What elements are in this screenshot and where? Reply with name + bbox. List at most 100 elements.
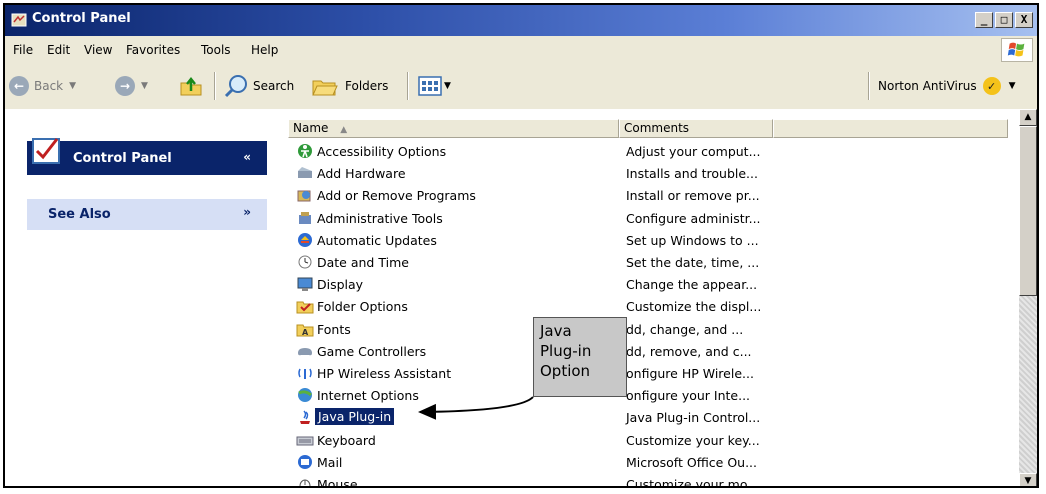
list-item[interactable]: Mail Microsoft Office Ou... — [288, 451, 1008, 473]
add-hardware-icon — [298, 167, 312, 179]
list-item-name: HP Wireless Assistant — [317, 366, 452, 381]
norton-label: Norton AntiVirus — [878, 79, 977, 93]
close-button[interactable]: X — [1015, 12, 1033, 28]
menu-edit[interactable]: Edit — [47, 43, 70, 57]
vertical-scrollbar[interactable]: ▲ ▼ — [1019, 109, 1037, 486]
norton-dropdown-icon[interactable]: ▼ — [1009, 81, 1016, 91]
mouse-icon — [299, 479, 311, 486]
views-dropdown-icon[interactable]: ▼ — [444, 81, 451, 91]
control-panel-app-icon — [11, 13, 27, 27]
search-button[interactable]: Search — [223, 74, 294, 98]
column-header-comments[interactable]: Comments — [619, 119, 773, 138]
list-item[interactable]: Automatic Updates Set up Windows to ... — [288, 229, 1008, 251]
list-item-name: Keyboard — [317, 432, 376, 448]
collapse-chevron-icon[interactable]: « — [243, 150, 251, 164]
list-item[interactable]: Add or Remove Programs Install or remove … — [288, 184, 1008, 206]
forward-dropdown-icon[interactable]: ▼ — [141, 81, 148, 91]
list-item-name: Automatic Updates — [317, 232, 437, 248]
administrative-tools-icon — [299, 211, 311, 224]
norton-antivirus-button[interactable]: Norton AntiVirus ✓ ▼ — [878, 74, 1016, 98]
list-item-comment: onfigure HP Wirele... — [626, 366, 754, 381]
list-item-comment: dd, change, and ... — [626, 321, 744, 337]
folders-button[interactable]: Folders — [311, 74, 388, 98]
internet-options-icon — [298, 388, 312, 403]
folders-label: Folders — [345, 79, 389, 93]
menu-bar: File Edit View Favorites Tools Help — [5, 36, 1037, 65]
list-item-name: Add or Remove Programs — [317, 188, 476, 204]
folders-icon — [312, 80, 338, 96]
views-button[interactable]: ▼ — [418, 74, 451, 98]
display-icon — [297, 277, 313, 292]
task-pane: Control Panel « See Also » — [5, 109, 288, 486]
list-item[interactable]: Keyboard Customize your key... — [288, 429, 1008, 451]
column-header-name[interactable]: Name ▲ — [288, 119, 619, 138]
list-item[interactable]: Folder Options Customize the displ... — [288, 295, 1008, 317]
accessibility-icon — [298, 144, 312, 158]
list-item[interactable]: Mouse Customize your mo... — [288, 473, 1008, 488]
back-dropdown-icon[interactable]: ▼ — [69, 81, 76, 91]
see-also-section-header[interactable]: See Also » — [27, 199, 267, 230]
list-item-comment: onfigure your Inte... — [626, 388, 751, 404]
list-item[interactable]: Internet Options onfigure your Inte... — [288, 384, 1008, 406]
list-item-name: Folder Options — [317, 299, 408, 315]
up-folder-button[interactable] — [179, 74, 203, 98]
menu-help[interactable]: Help — [251, 43, 278, 57]
list-item[interactable]: Add Hardware Installs and trouble... — [288, 162, 1008, 184]
menu-view[interactable]: View — [84, 43, 112, 57]
control-panel-list: Name ▲ Comments Accessibility Options Adj… — [288, 109, 1023, 488]
add-remove-programs-icon — [297, 190, 311, 202]
list-item-comment: Change the appear... — [626, 277, 758, 293]
list-item-comment: Microsoft Office Ou... — [626, 454, 757, 470]
search-icon — [224, 75, 247, 98]
see-also-label: See Also — [48, 207, 111, 222]
norton-icon: ✓ — [982, 77, 1001, 95]
callout-line-2: Plug-in — [540, 342, 592, 360]
window-title: Control Panel — [32, 11, 131, 26]
scroll-thumb[interactable] — [1019, 126, 1037, 296]
forward-arrow-icon: → — [115, 76, 135, 96]
views-icon — [418, 76, 442, 96]
list-item-comment: Set up Windows to ... — [626, 232, 759, 248]
game-controllers-icon — [298, 347, 312, 356]
list-item-name: Java Plug-in — [315, 408, 395, 426]
list-item-name: Add Hardware — [317, 166, 406, 182]
list-item-comment: Java Plug-in Control... — [626, 410, 761, 426]
menu-favorites[interactable]: Favorites — [126, 43, 180, 57]
forward-button[interactable]: → ▼ — [115, 74, 148, 98]
list-item[interactable]: A Fonts dd, change, and ... — [288, 318, 1008, 340]
list-item-comment: dd, remove, and c... — [626, 343, 752, 359]
list-item-comment: Customize the displ... — [626, 299, 762, 315]
list-item[interactable]: Accessibility Options Adjust your comput.… — [288, 140, 1008, 162]
folder-options-icon — [296, 301, 314, 314]
automatic-updates-icon — [298, 232, 312, 247]
back-arrow-icon: ← — [9, 76, 29, 96]
menu-tools[interactable]: Tools — [201, 43, 231, 57]
list-item[interactable]: Date and Time Set the date, time, ... — [288, 251, 1008, 273]
menu-file[interactable]: File — [13, 43, 33, 57]
maximize-button[interactable]: □ — [995, 12, 1013, 28]
list-item-comment: Adjust your comput... — [626, 144, 761, 159]
list-item[interactable]: Display Change the appear... — [288, 273, 1008, 295]
column-header-blank — [773, 119, 1008, 138]
list-item-comment: Set the date, time, ... — [626, 255, 760, 270]
hp-wireless-icon — [298, 368, 312, 379]
minimize-button[interactable]: _ — [975, 12, 993, 28]
windows-logo-icon — [1001, 38, 1033, 62]
list-item[interactable]: HP Wireless Assistant onfigure HP Wirele.… — [288, 362, 1008, 384]
fonts-icon: A — [296, 324, 314, 337]
callout-line-1: Java — [540, 322, 572, 340]
scroll-down-button[interactable]: ▼ — [1019, 473, 1037, 486]
list-item-name: Mouse — [317, 477, 358, 488]
list-item[interactable]: Java Plug-in Java Plug-in Control... — [288, 406, 1008, 428]
back-button[interactable]: ← Back ▼ — [9, 74, 76, 98]
up-folder-icon — [180, 76, 202, 96]
list-item-name: Display — [317, 277, 364, 293]
list-item[interactable]: Game Controllers dd, remove, and c... — [288, 340, 1008, 362]
java-plugin-callout: Java Plug-in Option — [533, 317, 627, 397]
scroll-up-button[interactable]: ▲ — [1019, 109, 1037, 126]
back-label: Back — [34, 79, 64, 93]
search-label: Search — [253, 79, 295, 93]
title-bar[interactable]: Control Panel _ □ X — [5, 5, 1037, 36]
expand-chevron-icon[interactable]: » — [243, 205, 251, 219]
list-item[interactable]: Administrative Tools Configure administr.… — [288, 207, 1008, 229]
